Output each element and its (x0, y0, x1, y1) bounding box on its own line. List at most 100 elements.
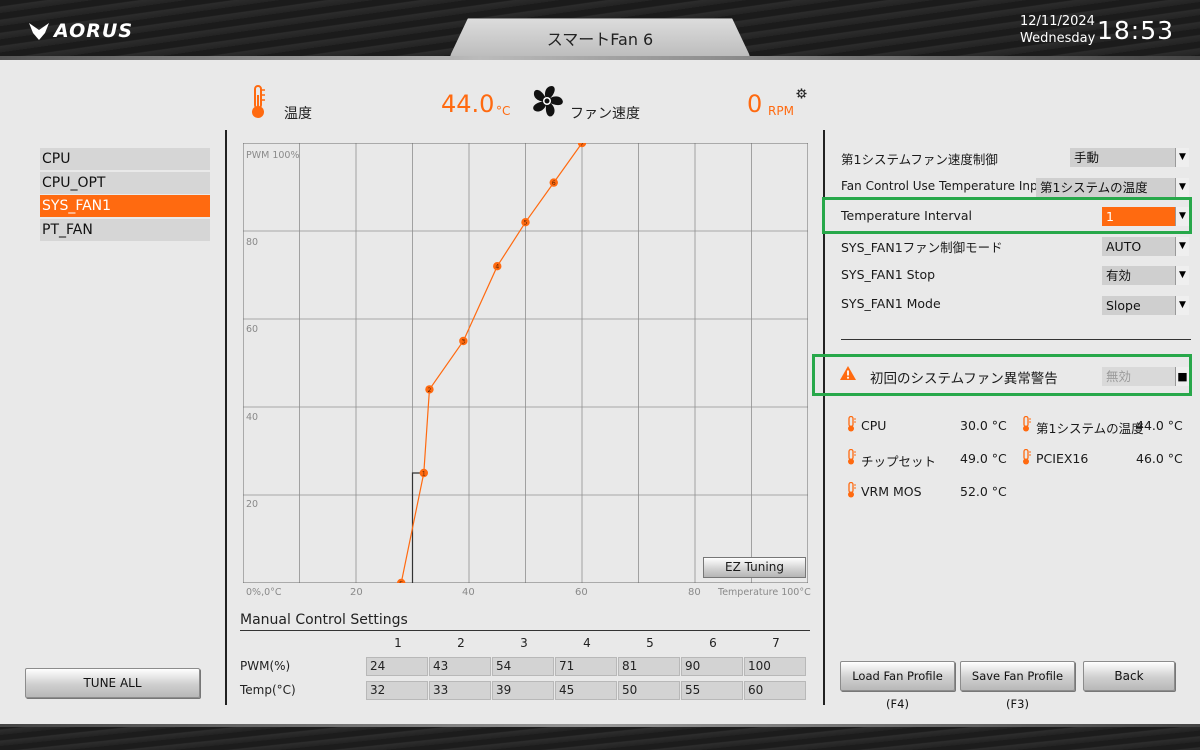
settings-divider (841, 339, 1191, 340)
dropdown-arrow-icon[interactable]: ▼ (1175, 266, 1189, 285)
x-tick-80: 80 (688, 587, 701, 598)
curve-point-number: 7 (580, 143, 584, 147)
y-tick-60: 60 (246, 324, 259, 335)
fan-speed-control-dropdown[interactable]: 手動 (1070, 148, 1175, 167)
thermometer-icon (252, 85, 265, 118)
column-number-2: 2 (457, 636, 465, 650)
temp-input-7[interactable]: 60 (744, 681, 806, 700)
x-axis-end-label: Temperature 100°C (718, 587, 811, 598)
temp-value-cpu: 30.0 °C (960, 418, 1007, 433)
fan-item-sys-fan1[interactable]: SYS_FAN1 (40, 195, 210, 217)
pwm-input-7[interactable]: 100 (744, 657, 806, 676)
fan-item-cpu[interactable]: CPU (40, 148, 210, 170)
y-axis-top-label: PWM 100% (246, 150, 300, 161)
thermometer-icon (1023, 449, 1031, 465)
x-tick-20: 20 (350, 587, 363, 598)
left-divider (225, 130, 227, 705)
thermometer-icon (848, 482, 856, 498)
temp-row-label: Temp(°C) (240, 683, 296, 697)
fan-stop-dropdown[interactable]: 有効 (1102, 266, 1175, 285)
temp-label-cpu: CPU (861, 418, 887, 433)
fan-mode-dropdown[interactable]: Slope (1102, 296, 1175, 315)
temp-input-6[interactable]: 55 (681, 681, 743, 700)
temp-value-pciex16: 46.0 °C (1136, 451, 1183, 466)
back-button[interactable]: Back (1083, 661, 1175, 691)
temp-input-2[interactable]: 33 (429, 681, 491, 700)
manual-control-divider (240, 630, 810, 631)
save-fan-profile-button[interactable]: Save Fan Profile (F3) (960, 661, 1075, 711)
column-number-4: 4 (583, 636, 591, 650)
dropdown-arrow-icon[interactable]: ▼ (1175, 178, 1189, 197)
pwm-input-1[interactable]: 24 (366, 657, 428, 676)
temperature-input-dropdown[interactable]: 第1システムの温度 (1036, 178, 1175, 197)
thermometer-icon (848, 449, 856, 465)
load-fan-profile-button[interactable]: Load Fan Profile (F4) (840, 661, 955, 711)
curve-point-number: 6 (552, 180, 556, 187)
x-tick-60: 60 (575, 587, 588, 598)
tune-all-button[interactable]: TUNE ALL (25, 668, 200, 698)
pwm-input-6[interactable]: 90 (681, 657, 743, 676)
fan-control-mode-dropdown[interactable]: AUTO (1102, 237, 1175, 256)
dropdown-arrow-icon[interactable]: ▼ (1175, 207, 1189, 226)
weekday: Wednesday (1020, 31, 1096, 46)
gear-icon[interactable] (796, 88, 807, 99)
fan-list: CPU CPU_OPT SYS_FAN1 PT_FAN (40, 148, 210, 242)
fan-curve-svg[interactable]: S 1 2 3 4 5 6 7 (242, 138, 809, 587)
temp-value-chipset: 49.0 °C (960, 451, 1007, 466)
pwm-input-4[interactable]: 71 (555, 657, 617, 676)
curve-point-number: 3 (461, 338, 465, 345)
temp-label-chipset: チップセット (861, 454, 937, 469)
column-number-6: 6 (709, 636, 717, 650)
fan-curve-graph[interactable]: S 1 2 3 4 5 6 7 PWM 100% 80 60 40 20 (242, 138, 809, 587)
fan-speed-label: ファン速度 (570, 106, 640, 122)
fan-item-pt-fan[interactable]: PT_FAN (40, 218, 210, 241)
temperature-interval-label: Temperature Interval (841, 208, 973, 223)
temp-label-pciex16: PCIEX16 (1036, 451, 1089, 466)
pwm-input-5[interactable]: 81 (618, 657, 680, 676)
curve-point-number: 4 (495, 264, 499, 271)
y-tick-20: 20 (246, 499, 259, 510)
fan-icon (533, 86, 563, 117)
fan-stop-label: SYS_FAN1 Stop (841, 267, 936, 282)
temp-input-3[interactable]: 39 (492, 681, 554, 700)
fan-item-cpu-opt[interactable]: CPU_OPT (40, 171, 210, 194)
fan-speed-control-label: 第1システムファン速度制御 (841, 152, 998, 167)
ez-tuning-button[interactable]: EZ Tuning (703, 557, 806, 578)
dropdown-arrow-icon[interactable]: ▼ (1175, 148, 1189, 167)
curve-point-number: 2 (428, 387, 432, 394)
thermometer-icon (1023, 416, 1031, 432)
dropdown-arrow-icon[interactable]: ▼ (1175, 296, 1189, 315)
page-title: スマートFan 6 (450, 18, 750, 56)
dropdown-arrow-icon[interactable]: ▼ (1175, 237, 1189, 256)
origin-label: 0%,0°C (246, 587, 282, 598)
warning-icon (840, 366, 856, 380)
temperature-input-label: Fan Control Use Temperature Input (841, 179, 1050, 193)
fan-mode-label: SYS_FAN1 Mode (841, 296, 941, 311)
aorus-logo: AORUS (28, 16, 133, 46)
temp-value-system1: 44.0 °C (1136, 418, 1183, 433)
temp-value-vrm-mos: 52.0 °C (960, 484, 1007, 499)
y-tick-40: 40 (246, 412, 259, 423)
fan-curve-line (400, 142, 583, 584)
pwm-input-2[interactable]: 43 (429, 657, 491, 676)
x-tick-40: 40 (462, 587, 475, 598)
bottom-bar (0, 724, 1200, 750)
current-temp-indicator (411, 472, 424, 583)
eagle-icon (29, 23, 49, 40)
curve-point-number: 1 (422, 470, 426, 477)
fan-fail-warning-dropdown: 無効 (1102, 367, 1175, 386)
column-number-7: 7 (772, 636, 780, 650)
curve-point-number: 5 (524, 220, 528, 227)
temperature-interval-dropdown[interactable]: 1 (1102, 207, 1175, 226)
temp-input-4[interactable]: 45 (555, 681, 617, 700)
column-number-1: 1 (394, 636, 402, 650)
temp-label-system1: 第1システムの温度 (1036, 421, 1144, 436)
column-number-5: 5 (646, 636, 654, 650)
curve-point-number: S (399, 580, 403, 583)
fan-speed-value: 0 (747, 90, 763, 118)
pwm-input-3[interactable]: 54 (492, 657, 554, 676)
temp-input-1[interactable]: 32 (366, 681, 428, 700)
temperature-value: 44.0 (441, 90, 495, 118)
temp-input-5[interactable]: 50 (618, 681, 680, 700)
dropdown-disabled-icon: ■ (1175, 367, 1189, 386)
